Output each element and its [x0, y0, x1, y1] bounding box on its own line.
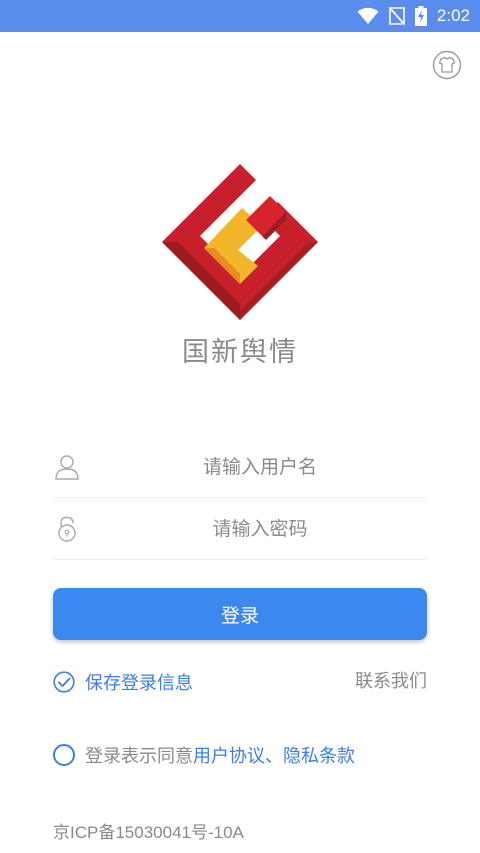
contact-us-link[interactable]: 联系我们	[355, 668, 427, 696]
tshirt-icon[interactable]	[432, 50, 462, 80]
user-icon	[55, 455, 79, 480]
password-input[interactable]	[93, 498, 427, 560]
lock-icon	[58, 516, 76, 542]
login-button[interactable]: 登录	[53, 588, 427, 640]
remember-login-checkbox[interactable]: 保存登录信息	[53, 668, 193, 696]
gx-logo	[160, 162, 320, 322]
no-sim-icon	[388, 7, 405, 25]
status-bar: 2:02	[0, 0, 480, 32]
status-time: 2:02	[436, 6, 470, 25]
icp-number: 京ICP备15030041号-10A	[53, 823, 244, 842]
battery-charging-icon	[414, 6, 427, 26]
username-row	[53, 436, 427, 498]
agreement-links[interactable]: 用户协议、隐私条款	[193, 742, 355, 768]
agreement-prefix: 登录表示同意	[85, 746, 193, 767]
password-row	[53, 498, 427, 560]
username-input[interactable]	[93, 436, 427, 498]
agreement-radio[interactable]	[53, 744, 75, 766]
app-name: 国新舆情	[182, 337, 298, 368]
check-circle-icon	[53, 671, 75, 693]
agreement-row: 登录表示同意 用户协议、隐私条款	[53, 741, 355, 769]
remember-login-label: 保存登录信息	[85, 673, 193, 694]
wifi-icon	[357, 7, 379, 24]
status-icons: 2:02	[357, 0, 470, 32]
